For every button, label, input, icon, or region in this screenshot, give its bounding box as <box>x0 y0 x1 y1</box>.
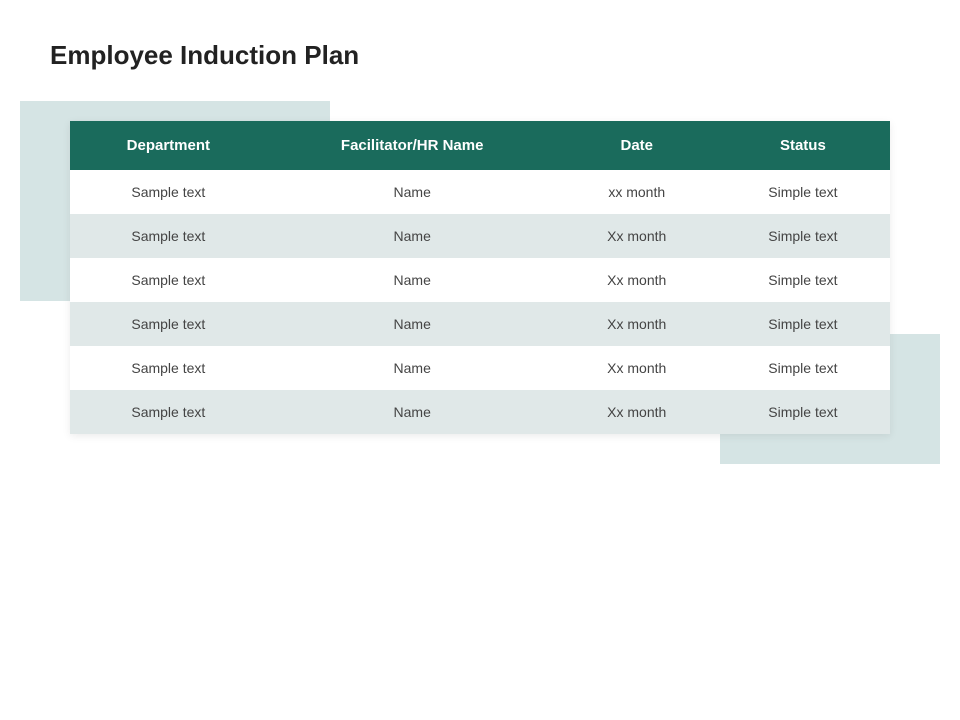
table-row: Sample textNameXx monthSimple text <box>70 346 890 390</box>
table-cell: Sample text <box>70 170 267 214</box>
table-cell: xx month <box>558 170 716 214</box>
induction-table: DepartmentFacilitator/​HR NameDateStatus… <box>70 121 890 434</box>
table-cell: Xx month <box>558 346 716 390</box>
table-cell: Xx month <box>558 302 716 346</box>
table-cell: Sample text <box>70 302 267 346</box>
table-row: Sample textNamexx monthSimple text <box>70 170 890 214</box>
table-cell: Simple text <box>716 258 890 302</box>
table-cell: Name <box>267 258 558 302</box>
table-cell: Simple text <box>716 214 890 258</box>
table-wrapper: DepartmentFacilitator/​HR NameDateStatus… <box>70 121 890 434</box>
table-row: Sample textNameXx monthSimple text <box>70 390 890 434</box>
page-title: Employee Induction Plan <box>50 40 910 71</box>
table-cell: Sample text <box>70 346 267 390</box>
table-row: Sample textNameXx monthSimple text <box>70 302 890 346</box>
table-cell: Xx month <box>558 214 716 258</box>
table-cell: Name <box>267 390 558 434</box>
table-cell: Name <box>267 170 558 214</box>
table-row: Sample textNameXx monthSimple text <box>70 214 890 258</box>
table-cell: Name <box>267 214 558 258</box>
table-header-cell: Date <box>558 121 716 170</box>
table-row: Sample textNameXx monthSimple text <box>70 258 890 302</box>
table-cell: Simple text <box>716 346 890 390</box>
table-cell: Sample text <box>70 390 267 434</box>
table-header-cell: Facilitator/​HR Name <box>267 121 558 170</box>
table-cell: Xx month <box>558 258 716 302</box>
table-header-row: DepartmentFacilitator/​HR NameDateStatus <box>70 121 890 170</box>
page-container: Employee Induction Plan DepartmentFacili… <box>0 0 960 720</box>
table-cell: Simple text <box>716 390 890 434</box>
table-cell: Sample text <box>70 214 267 258</box>
table-cell: Name <box>267 302 558 346</box>
table-cell: Xx month <box>558 390 716 434</box>
table-header-cell: Department <box>70 121 267 170</box>
table-cell: Name <box>267 346 558 390</box>
table-header-cell: Status <box>716 121 890 170</box>
table-cell: Simple text <box>716 302 890 346</box>
decorative-wrapper: DepartmentFacilitator/​HR NameDateStatus… <box>50 121 910 434</box>
table-cell: Simple text <box>716 170 890 214</box>
table-cell: Sample text <box>70 258 267 302</box>
